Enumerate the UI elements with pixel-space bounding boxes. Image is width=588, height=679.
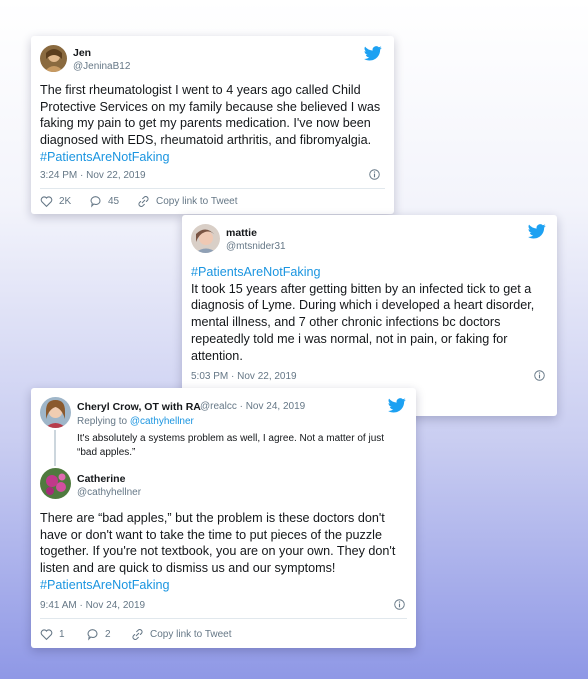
info-icon[interactable] bbox=[394, 599, 405, 610]
tweet-body: There are “bad apples,” but the problem … bbox=[40, 511, 396, 576]
heart-icon bbox=[40, 629, 53, 641]
info-icon[interactable] bbox=[369, 169, 380, 180]
tweet-card-jen: Jen @JeninaB12 The first rheumatologist … bbox=[31, 36, 394, 214]
parent-tweet-text: It's absolutely a systems problem as wel… bbox=[77, 433, 385, 458]
copy-link-button[interactable]: Copy link to Tweet bbox=[131, 628, 232, 641]
thread-line bbox=[54, 430, 56, 466]
timestamp[interactable]: 3:24 PM · Nov 22, 2019 bbox=[40, 170, 146, 181]
hashtag-link[interactable]: #PatientsAreNotFaking bbox=[40, 150, 170, 164]
like-button[interactable]: 1 bbox=[40, 628, 65, 641]
tweet-body: It took 15 years after getting bitten by… bbox=[191, 281, 535, 363]
timestamp[interactable]: 9:41 AM · Nov 24, 2019 bbox=[40, 600, 145, 611]
link-icon bbox=[138, 196, 149, 207]
avatar[interactable] bbox=[191, 224, 220, 253]
reply-button[interactable]: 45 bbox=[89, 195, 119, 208]
like-count: 2K bbox=[59, 196, 72, 207]
copy-link-label: Copy link to Tweet bbox=[150, 629, 232, 640]
tweet-text: The first rheumatologist I went to 4 yea… bbox=[40, 82, 385, 166]
link-icon bbox=[132, 629, 143, 640]
author-handle[interactable]: @JeninaB12 bbox=[73, 61, 130, 72]
replying-to: Replying to @cathyhellner bbox=[77, 416, 194, 427]
reply-button[interactable]: 2 bbox=[86, 628, 111, 641]
avatar[interactable] bbox=[40, 397, 71, 428]
reply-icon bbox=[87, 629, 98, 641]
reply-count: 2 bbox=[105, 629, 111, 640]
hashtag-link[interactable]: #PatientsAreNotFaking bbox=[40, 578, 170, 592]
author-handle[interactable]: @mtsnider31 bbox=[226, 241, 286, 252]
author-name[interactable]: Catherine bbox=[77, 473, 125, 485]
copy-link-label: Copy link to Tweet bbox=[156, 196, 238, 207]
divider bbox=[40, 618, 407, 619]
tweet-card-mattie: mattie @mtsnider31 #PatientsAreNotFaking… bbox=[182, 215, 557, 416]
twitter-bird-icon[interactable] bbox=[364, 46, 382, 61]
tweet-card-catherine: Cheryl Crow, OT with RA @realcc · Nov 24… bbox=[31, 388, 416, 648]
divider bbox=[40, 188, 385, 189]
author-handle[interactable]: @cathyhellner bbox=[77, 487, 141, 498]
timestamp[interactable]: 5:03 PM · Nov 22, 2019 bbox=[191, 371, 297, 382]
reply-count: 45 bbox=[108, 196, 120, 207]
twitter-bird-icon[interactable] bbox=[528, 224, 546, 239]
author-name[interactable]: Jen bbox=[73, 47, 91, 59]
tweet-body: The first rheumatologist I went to 4 yea… bbox=[40, 83, 381, 148]
like-count: 1 bbox=[59, 629, 65, 640]
tweet-text: There are “bad apples,” but the problem … bbox=[40, 510, 408, 594]
author-name[interactable]: mattie bbox=[226, 227, 257, 239]
avatar[interactable] bbox=[40, 45, 67, 72]
info-icon[interactable] bbox=[534, 370, 545, 381]
parent-handle-date[interactable]: @realcc · Nov 24, 2019 bbox=[200, 401, 305, 412]
hashtag-link[interactable]: #PatientsAreNotFaking bbox=[191, 264, 549, 281]
replying-handle-link[interactable]: @cathyhellner bbox=[130, 416, 194, 427]
replying-prefix: Replying to bbox=[77, 416, 128, 427]
parent-author-name[interactable]: Cheryl Crow, OT with RA bbox=[77, 401, 201, 413]
tweet-text: #PatientsAreNotFaking It took 15 years a… bbox=[191, 264, 549, 364]
copy-link-button[interactable]: Copy link to Tweet bbox=[137, 195, 238, 208]
reply-icon bbox=[90, 196, 101, 208]
heart-icon bbox=[40, 196, 53, 208]
twitter-bird-icon[interactable] bbox=[388, 398, 406, 413]
like-button[interactable]: 2K bbox=[40, 195, 71, 208]
avatar[interactable] bbox=[40, 468, 71, 499]
